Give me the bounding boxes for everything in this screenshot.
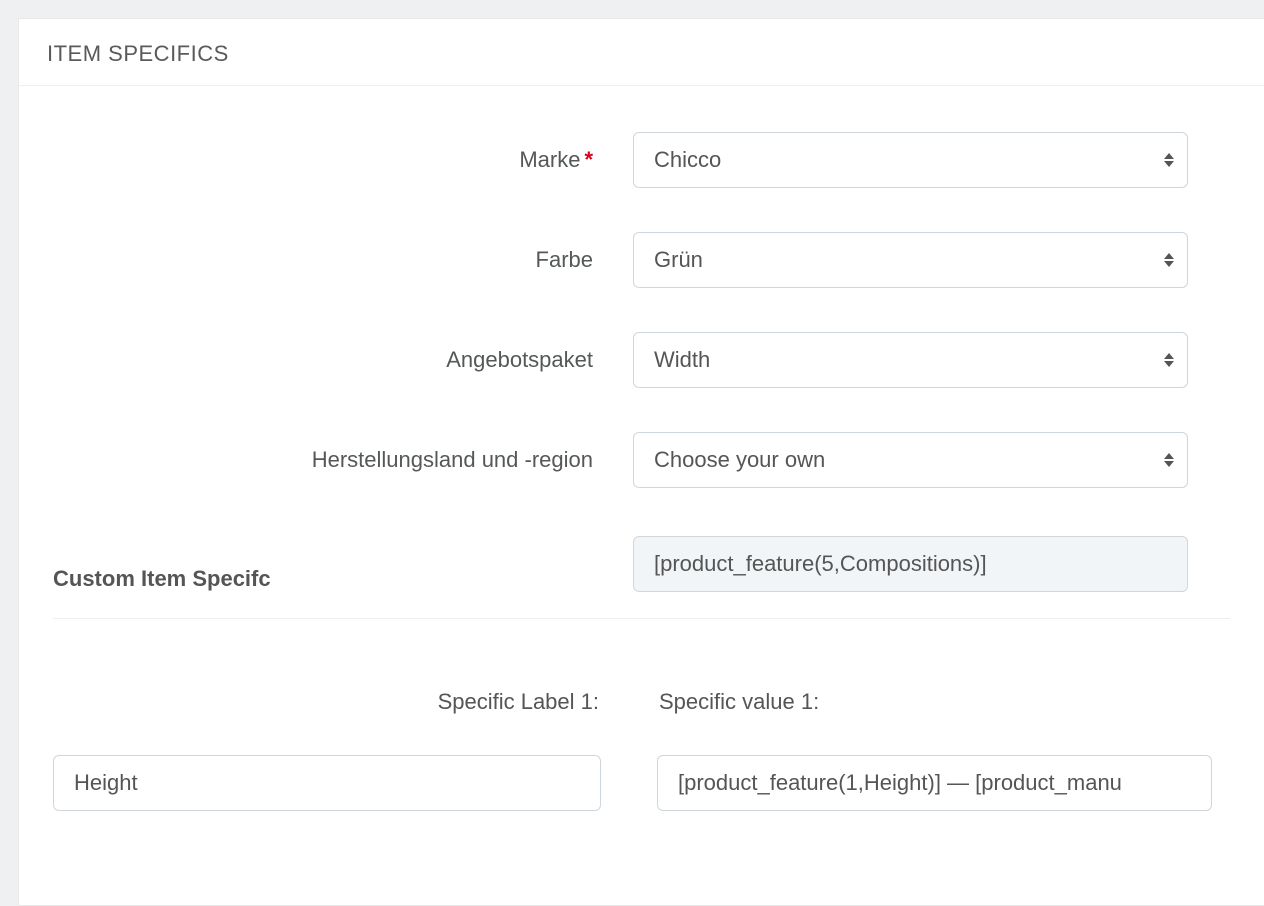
label-marke-text: Marke (519, 147, 580, 172)
control-farbe (633, 232, 1230, 288)
custom-inputs-row (53, 755, 1230, 811)
control-herstellungsland (633, 432, 1230, 488)
row-marke: Marke* (53, 132, 1230, 188)
panel-title: ITEM SPECIFICS (19, 19, 1264, 86)
compositions-input[interactable] (633, 536, 1188, 592)
select-angebotspaket-wrap (633, 332, 1188, 388)
label-farbe: Farbe (53, 247, 633, 273)
specific-value-heading: Specific value 1: (657, 689, 1212, 715)
label-marke: Marke* (53, 147, 633, 173)
select-farbe[interactable] (633, 232, 1188, 288)
divider (53, 618, 1230, 619)
specific-label-heading: Specific Label 1: (53, 689, 601, 715)
label-custom-subsection-wrap: Custom Item Specifc (53, 532, 633, 592)
select-farbe-wrap (633, 232, 1188, 288)
label-herstellungsland: Herstellungsland und -region (53, 447, 633, 473)
item-specifics-panel: ITEM SPECIFICS Marke* Farbe (18, 18, 1264, 906)
row-angebotspaket: Angebotspaket (53, 332, 1230, 388)
specific-value-input[interactable] (657, 755, 1212, 811)
custom-headings-row: Specific Label 1: Specific value 1: (53, 689, 1230, 715)
form-area: Marke* Farbe Angebotspaket (19, 86, 1264, 811)
subsection-title: Custom Item Specifc (53, 566, 633, 592)
required-asterisk: * (584, 147, 593, 172)
select-marke-wrap (633, 132, 1188, 188)
select-herstellungsland-wrap (633, 432, 1188, 488)
control-angebotspaket (633, 332, 1230, 388)
row-herstellungsland: Herstellungsland und -region (53, 432, 1230, 488)
row-compositions: Custom Item Specifc (53, 532, 1230, 592)
select-herstellungsland[interactable] (633, 432, 1188, 488)
select-marke[interactable] (633, 132, 1188, 188)
row-farbe: Farbe (53, 232, 1230, 288)
label-angebotspaket: Angebotspaket (53, 347, 633, 373)
select-angebotspaket[interactable] (633, 332, 1188, 388)
specific-label-input[interactable] (53, 755, 601, 811)
control-marke (633, 132, 1230, 188)
control-compositions (633, 536, 1230, 592)
